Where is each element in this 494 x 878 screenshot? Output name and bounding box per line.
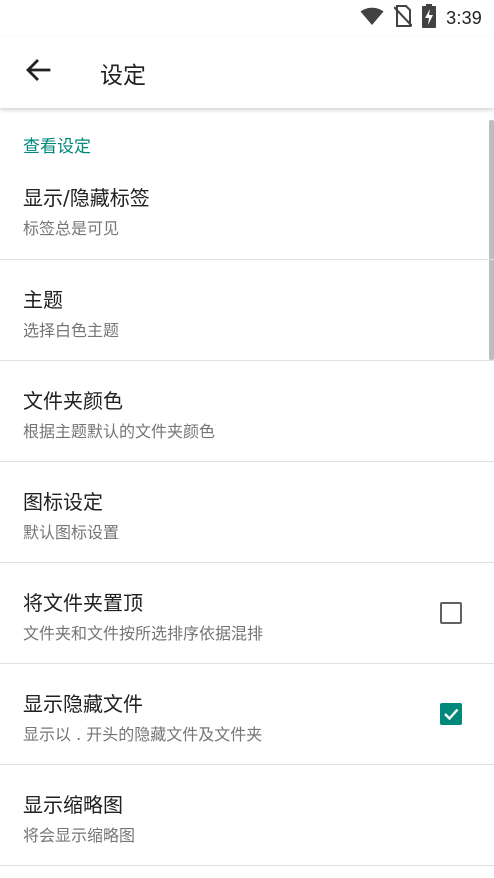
setting-summary: 显示以 . 开头的隐藏文件及文件夹 [23, 725, 263, 744]
setting-summary: 将会显示缩略图 [23, 826, 136, 845]
setting-title: 图标设定 [23, 490, 103, 514]
app-bar: 设定 [0, 36, 494, 108]
show-hidden-files-checkbox[interactable] [440, 703, 462, 725]
status-time: 3:39 [446, 7, 482, 28]
setting-summary: 标签总是可见 [23, 219, 120, 238]
setting-icon[interactable]: 图标设定 默认图标设置 [0, 462, 494, 562]
page-title: 设定 [100, 63, 146, 89]
check-icon [442, 705, 460, 723]
setting-summary: 默认图标设置 [23, 523, 120, 542]
setting-show-thumbnails[interactable]: 显示缩略图 将会显示缩略图 [0, 765, 494, 865]
wifi-icon [360, 6, 384, 30]
setting-summary: 选择白色主题 [23, 321, 120, 340]
divider [0, 865, 494, 866]
setting-title: 显示缩略图 [23, 793, 123, 817]
setting-title: 文件夹颜色 [23, 389, 123, 413]
status-bar: 3:39 [0, 0, 494, 36]
no-sim-icon [393, 5, 413, 31]
setting-title: 显示/隐藏标签 [23, 186, 150, 210]
folders-first-checkbox[interactable] [440, 602, 462, 624]
status-icons: 3:39 [360, 4, 482, 32]
section-header: 查看设定 [23, 137, 91, 157]
back-button[interactable] [14, 50, 62, 94]
setting-summary: 文件夹和文件按所选排序依据混排 [23, 624, 264, 643]
arrow-back-icon [25, 57, 51, 87]
setting-folder-color[interactable]: 文件夹颜色 根据主题默认的文件夹颜色 [0, 361, 494, 461]
setting-folders-first[interactable]: 将文件夹置顶 文件夹和文件按所选排序依据混排 [0, 563, 494, 663]
setting-show-hidden-files[interactable]: 显示隐藏文件 显示以 . 开头的隐藏文件及文件夹 [0, 664, 494, 764]
setting-title: 主题 [23, 288, 63, 312]
setting-show-hide-tabs[interactable]: 显示/隐藏标签 标签总是可见 [0, 170, 494, 259]
setting-title: 显示隐藏文件 [23, 692, 143, 716]
setting-title: 将文件夹置顶 [23, 591, 143, 615]
setting-theme[interactable]: 主题 选择白色主题 [0, 260, 494, 360]
settings-list[interactable]: 查看设定 显示/隐藏标签 标签总是可见 主题 选择白色主题 文件夹颜色 根据主题… [0, 108, 494, 878]
setting-summary: 根据主题默认的文件夹颜色 [23, 422, 216, 441]
battery-charging-icon [422, 4, 437, 32]
